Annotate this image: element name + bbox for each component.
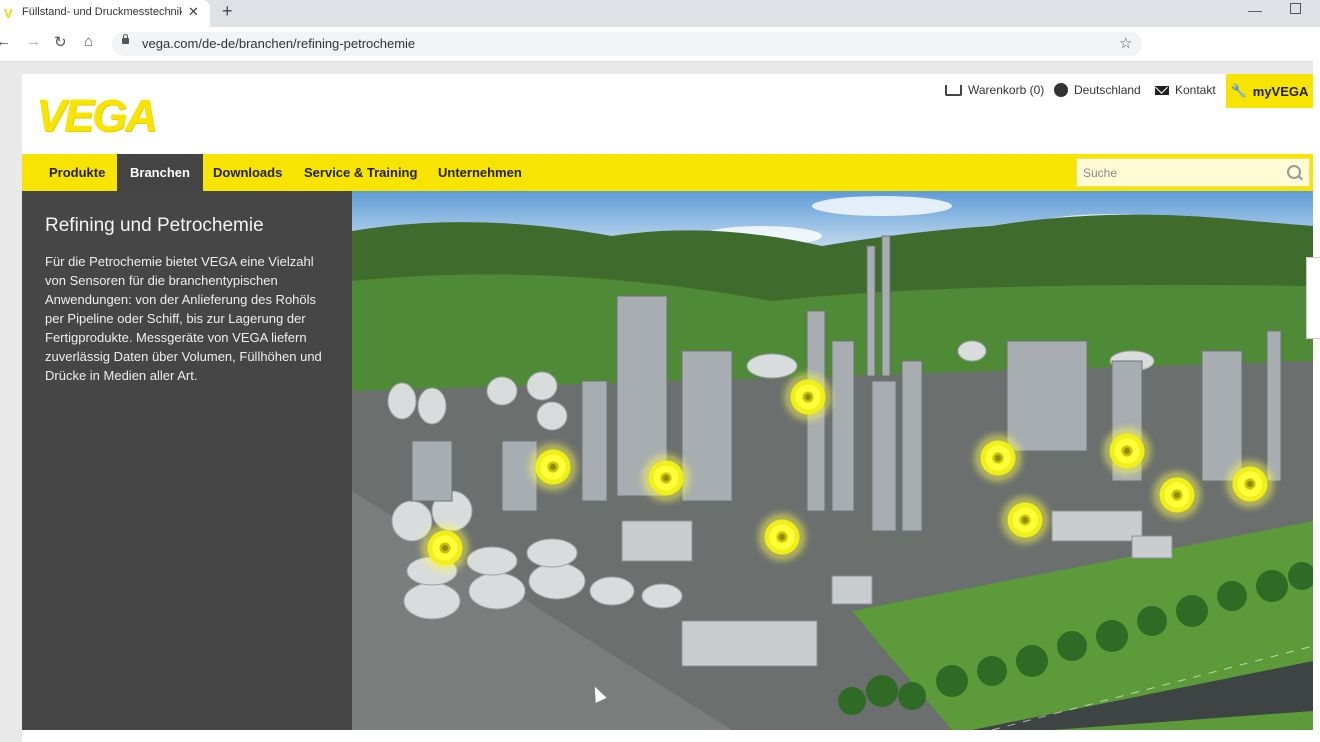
myvega-button[interactable]: 🔧 myVEGA	[1226, 74, 1313, 108]
sensor-hotspot[interactable]	[1157, 475, 1197, 515]
sensor-hotspot[interactable]	[425, 528, 465, 568]
sensor-hotspot[interactable]	[1005, 500, 1045, 540]
vega-logo[interactable]: VEGA	[36, 90, 158, 142]
minimize-window-icon[interactable]: —	[1248, 2, 1262, 18]
panel-description: Für die Petrochemie bietet VEGA eine Vie…	[45, 254, 322, 383]
nav-unternehmen[interactable]: Unternehmen	[426, 154, 534, 191]
refinery-scene-image	[352, 191, 1313, 730]
refinery-illustration	[352, 191, 1313, 730]
search-box	[1076, 158, 1310, 187]
back-icon[interactable]: ←	[0, 33, 11, 50]
sensor-hotspot[interactable]	[1230, 464, 1270, 504]
tab-title: Füllstand- und Druckmesstechnik	[22, 6, 182, 18]
sensor-hotspot[interactable]	[788, 377, 828, 417]
maximize-window-icon[interactable]	[1290, 3, 1301, 14]
mail-icon	[1155, 85, 1169, 95]
panel-title: Refining und Petrochemie	[45, 215, 264, 236]
contact-link[interactable]: Kontakt	[1155, 83, 1216, 97]
sensor-hotspot[interactable]	[533, 447, 573, 487]
side-feedback-tab[interactable]	[1306, 257, 1320, 339]
address-bar[interactable]: vega.com/de-de/branchen/refining-petroch…	[112, 32, 1142, 56]
cart-link[interactable]: Warenkorb (0)	[945, 83, 1044, 97]
sensor-hotspot[interactable]	[1107, 431, 1147, 471]
window-edge	[1313, 27, 1320, 742]
reload-icon[interactable]: ↻	[54, 33, 67, 51]
nav-branchen[interactable]: Branchen	[117, 154, 203, 191]
close-tab-icon[interactable]: ✕	[188, 4, 199, 20]
vega-page: VEGA Warenkorb (0) Deutschland Kontakt 🔧…	[22, 74, 1313, 742]
sensor-hotspot[interactable]	[646, 458, 686, 498]
nav-downloads[interactable]: Downloads	[200, 154, 295, 191]
sensor-hotspot[interactable]	[762, 517, 802, 557]
nav-produkte[interactable]: Produkte	[37, 154, 117, 191]
country-label: Deutschland	[1074, 83, 1141, 97]
globe-icon	[1054, 83, 1068, 97]
myvega-label: myVEGA	[1252, 83, 1309, 99]
lock-icon	[122, 34, 129, 44]
browser-toolbar: ← → ↻ ⌂ vega.com/de-de/branchen/refining…	[0, 27, 1320, 62]
contact-label: Kontakt	[1175, 83, 1216, 97]
new-tab-icon[interactable]: +	[222, 1, 233, 22]
wrench-icon: 🔧	[1230, 83, 1247, 98]
search-input[interactable]	[1077, 159, 1283, 186]
vega-favicon-icon: V	[4, 6, 13, 21]
search-icon[interactable]	[1287, 165, 1301, 179]
bookmark-star-icon[interactable]: ☆	[1119, 34, 1132, 52]
home-icon[interactable]: ⌂	[84, 33, 93, 50]
nav-service-training[interactable]: Service & Training	[292, 154, 429, 191]
cart-label: Warenkorb (0)	[968, 83, 1045, 97]
forward-icon[interactable]: →	[26, 33, 41, 50]
sensor-hotspot[interactable]	[978, 438, 1018, 478]
main-nav: Produkte Branchen Downloads Service & Tr…	[22, 154, 1313, 191]
cart-icon	[945, 84, 962, 96]
industry-info-panel: Refining und Petrochemie Für die Petroch…	[22, 191, 352, 730]
browser-tab[interactable]: V Füllstand- und Druckmesstechnik ✕	[0, 0, 210, 27]
country-link[interactable]: Deutschland	[1054, 83, 1141, 97]
url-text[interactable]: vega.com/de-de/branchen/refining-petroch…	[142, 36, 415, 51]
browser-tab-bar: V Füllstand- und Druckmesstechnik ✕ + —	[0, 0, 1320, 27]
